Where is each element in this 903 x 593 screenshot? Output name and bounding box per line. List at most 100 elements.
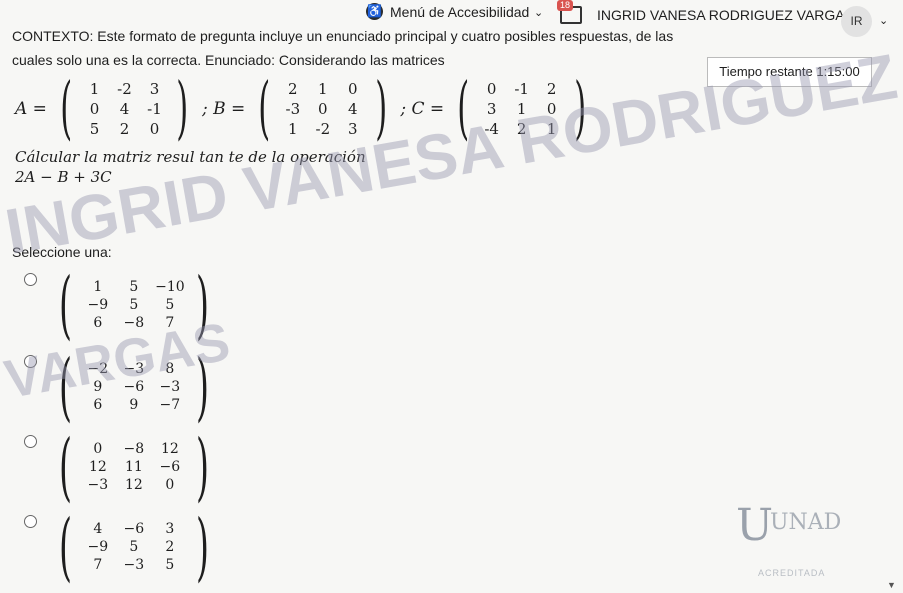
matrix-cell: 2 [546, 80, 557, 98]
scroll-down-arrow-icon[interactable]: ▼ [887, 580, 896, 590]
matrix-cell: 2 [165, 539, 175, 555]
matrix-cell: −10 [155, 279, 185, 295]
matrix-cell: -1 [147, 100, 162, 118]
matrix-a: ( 1 -2 3 0 4 -1 5 2 0 ) [60, 69, 189, 148]
unad-logo-mark: U [736, 500, 774, 551]
matrix-cell: 9 [129, 397, 139, 413]
option-c-radio[interactable] [24, 434, 37, 448]
option-b-matrix: −2 −3 8 9 −6 −3 6 9 −7 [80, 361, 188, 413]
matrix-cell: 2 [516, 120, 527, 138]
unad-logo-subtitle: ACREDITADA [758, 568, 826, 578]
matrix-cell: -3 [285, 100, 301, 118]
matrix-cell: −6 [159, 459, 181, 475]
user-name[interactable]: INGRID VANESA RODRIGUEZ VARGAS [597, 7, 854, 23]
unad-logo-name: UNAD [770, 510, 842, 535]
question-instruction: Cálcular la matriz resul tan te de la op… [15, 148, 366, 166]
matrix-cell: −2 [87, 361, 109, 377]
matrix-cell: −8 [123, 441, 145, 457]
matrix-cell: 0 [93, 441, 103, 457]
matrix-c: ( 0 -1 2 3 1 0 -4 2 1 ) [457, 69, 586, 148]
matrix-cell: 0 [149, 120, 160, 138]
matrix-cell: 1 [89, 80, 100, 98]
matrix-cell: −8 [123, 315, 145, 331]
matrix-c-grid: 0 -1 2 3 1 0 -4 2 1 [477, 80, 567, 138]
matrix-cell: 8 [165, 361, 175, 377]
matrix-cell: 7 [165, 315, 175, 331]
accessibility-menu[interactable]: Menú de Accesibilidad [390, 4, 529, 20]
unad-logo: U UNAD ACREDITADA [736, 500, 851, 580]
matrix-cell: 5 [129, 279, 139, 295]
option-d-matrix: 4 −6 3 −9 5 2 7 −3 5 [80, 521, 188, 573]
matrix-cell: 0 [318, 100, 328, 118]
matrix-cell: −7 [159, 397, 181, 413]
option-a[interactable]: (1 5 −10 −9 5 5 6 −8 7) [24, 268, 217, 342]
matrix-cell: 1 [546, 120, 557, 138]
matrix-cell: 3 [149, 80, 160, 98]
matrix-cell: −6 [123, 521, 145, 537]
matrix-cell: 12 [124, 477, 143, 493]
matrix-cell: 5 [165, 297, 175, 313]
option-c-matrix: 0 −8 12 12 11 −6 −3 12 0 [80, 441, 188, 493]
matrix-cell: −3 [87, 477, 109, 493]
matrix-c-label: ; C = [400, 99, 445, 119]
matrix-cell: 3 [486, 100, 497, 118]
matrix-a-grid: 1 -2 3 0 4 -1 5 2 0 [79, 80, 169, 138]
matrix-cell: 1 [516, 100, 527, 118]
option-b-radio[interactable] [24, 354, 37, 368]
matrix-cell: 4 [119, 100, 130, 118]
matrices-row: A = ( 1 -2 3 0 4 -1 5 2 0 ) ; B = ( 2 1 0 -3 0 4 1 -2 3 … [15, 75, 593, 143]
matrix-cell: 4 [348, 100, 358, 118]
question-context: CONTEXTO: Este formato de pregunta inclu… [12, 28, 674, 68]
matrix-cell: 4 [93, 521, 103, 537]
matrix-cell: 5 [89, 120, 100, 138]
matrix-cell: 2 [288, 80, 298, 98]
option-d[interactable]: (4 −6 3 −9 5 2 7 −3 5) [24, 510, 217, 584]
matrix-cell: 0 [348, 80, 358, 98]
question-expression: 2A − B + 3C [15, 168, 112, 186]
matrix-a-label: A = [15, 99, 47, 119]
matrix-cell: 0 [165, 477, 175, 493]
matrix-cell: 1 [318, 80, 328, 98]
option-d-radio[interactable] [24, 514, 37, 528]
option-c[interactable]: (0 −8 12 12 11 −6 −3 12 0) [24, 430, 217, 504]
matrix-b-label: ; B = [202, 99, 246, 119]
timer: Tiempo restante 1:15:00 [707, 57, 872, 87]
matrix-cell: −9 [87, 539, 109, 555]
matrix-cell: 6 [93, 397, 103, 413]
accessibility-icon[interactable]: ♿ [366, 3, 383, 20]
matrix-cell: 3 [348, 120, 358, 138]
matrix-b-grid: 2 1 0 -3 0 4 1 -2 3 [278, 80, 368, 138]
matrix-cell: -1 [514, 80, 529, 98]
matrix-b: ( 2 1 0 -3 0 4 1 -2 3 ) [258, 69, 388, 148]
matrix-cell: 2 [119, 120, 130, 138]
matrix-cell: −3 [123, 361, 145, 377]
matrix-cell: 0 [486, 80, 497, 98]
option-a-matrix: 1 5 −10 −9 5 5 6 −8 7 [80, 279, 188, 331]
matrix-cell: 5 [129, 539, 139, 555]
matrix-cell: −3 [123, 557, 145, 573]
matrix-cell: 12 [160, 441, 179, 457]
matrix-cell: 3 [165, 521, 175, 537]
chevron-down-icon[interactable]: ⌄ [534, 6, 543, 19]
matrix-cell: −3 [159, 379, 181, 395]
matrix-cell: 12 [88, 459, 107, 475]
matrix-cell: -4 [484, 120, 499, 138]
matrix-cell: 6 [93, 315, 103, 331]
matrix-cell: 0 [546, 100, 557, 118]
matrix-cell: 1 [93, 279, 103, 295]
option-a-radio[interactable] [24, 272, 37, 286]
matrix-cell: 5 [129, 297, 139, 313]
matrix-cell: 1 [288, 120, 298, 138]
matrix-cell: −9 [87, 297, 109, 313]
notification-badge: 18 [557, 0, 574, 11]
user-menu-chevron-icon[interactable]: ⌄ [879, 14, 888, 27]
avatar[interactable]: IR [841, 6, 872, 37]
matrix-cell: 9 [93, 379, 103, 395]
matrix-cell: 7 [93, 557, 103, 573]
select-prompt: Seleccione una: [12, 244, 112, 260]
option-b[interactable]: (−2 −3 8 9 −6 −3 6 9 −7) [24, 350, 217, 424]
matrix-cell: 0 [89, 100, 100, 118]
matrix-cell: -2 [315, 120, 331, 138]
matrix-cell: -2 [117, 80, 132, 98]
matrix-cell: 11 [124, 459, 143, 475]
